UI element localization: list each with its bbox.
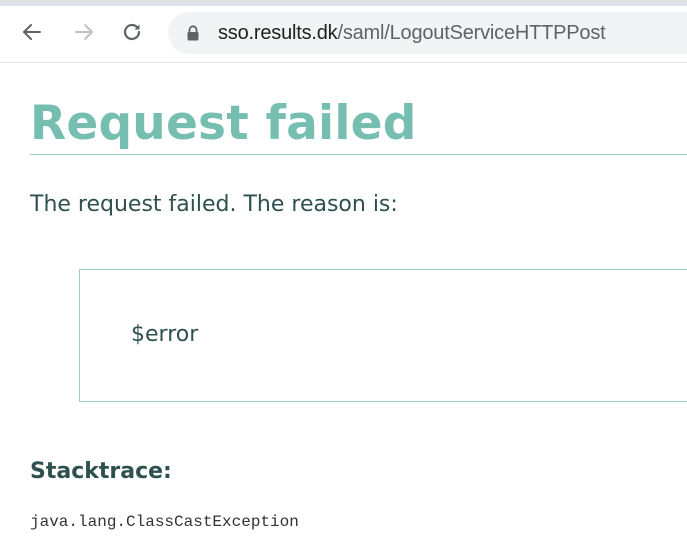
url-host: sso.results.dk [218,22,338,44]
forward-arrow-icon [75,24,93,40]
stacktrace-text: java.lang.ClassCastException [30,513,299,531]
page-title: Request failed [30,96,417,151]
reload-button[interactable] [114,14,150,50]
browser-toolbar: sso.results.dk/saml/LogoutServiceHTTPPos… [0,6,687,63]
error-message-box: $error [79,269,687,402]
lock-icon[interactable] [186,25,200,41]
url-path: /saml/LogoutServiceHTTPPost [337,22,606,44]
stacktrace-heading: Stacktrace: [30,459,172,484]
url-text[interactable]: sso.results.dk/saml/LogoutServiceHTTPPos… [218,12,606,54]
forward-button[interactable] [66,14,102,50]
title-divider [30,154,687,155]
error-message: $error [131,322,199,347]
reload-icon [123,23,141,41]
intro-text: The request failed. The reason is: [30,192,398,217]
back-button[interactable] [14,14,50,50]
back-arrow-icon [23,24,41,40]
address-bar[interactable]: sso.results.dk/saml/LogoutServiceHTTPPos… [168,12,687,54]
